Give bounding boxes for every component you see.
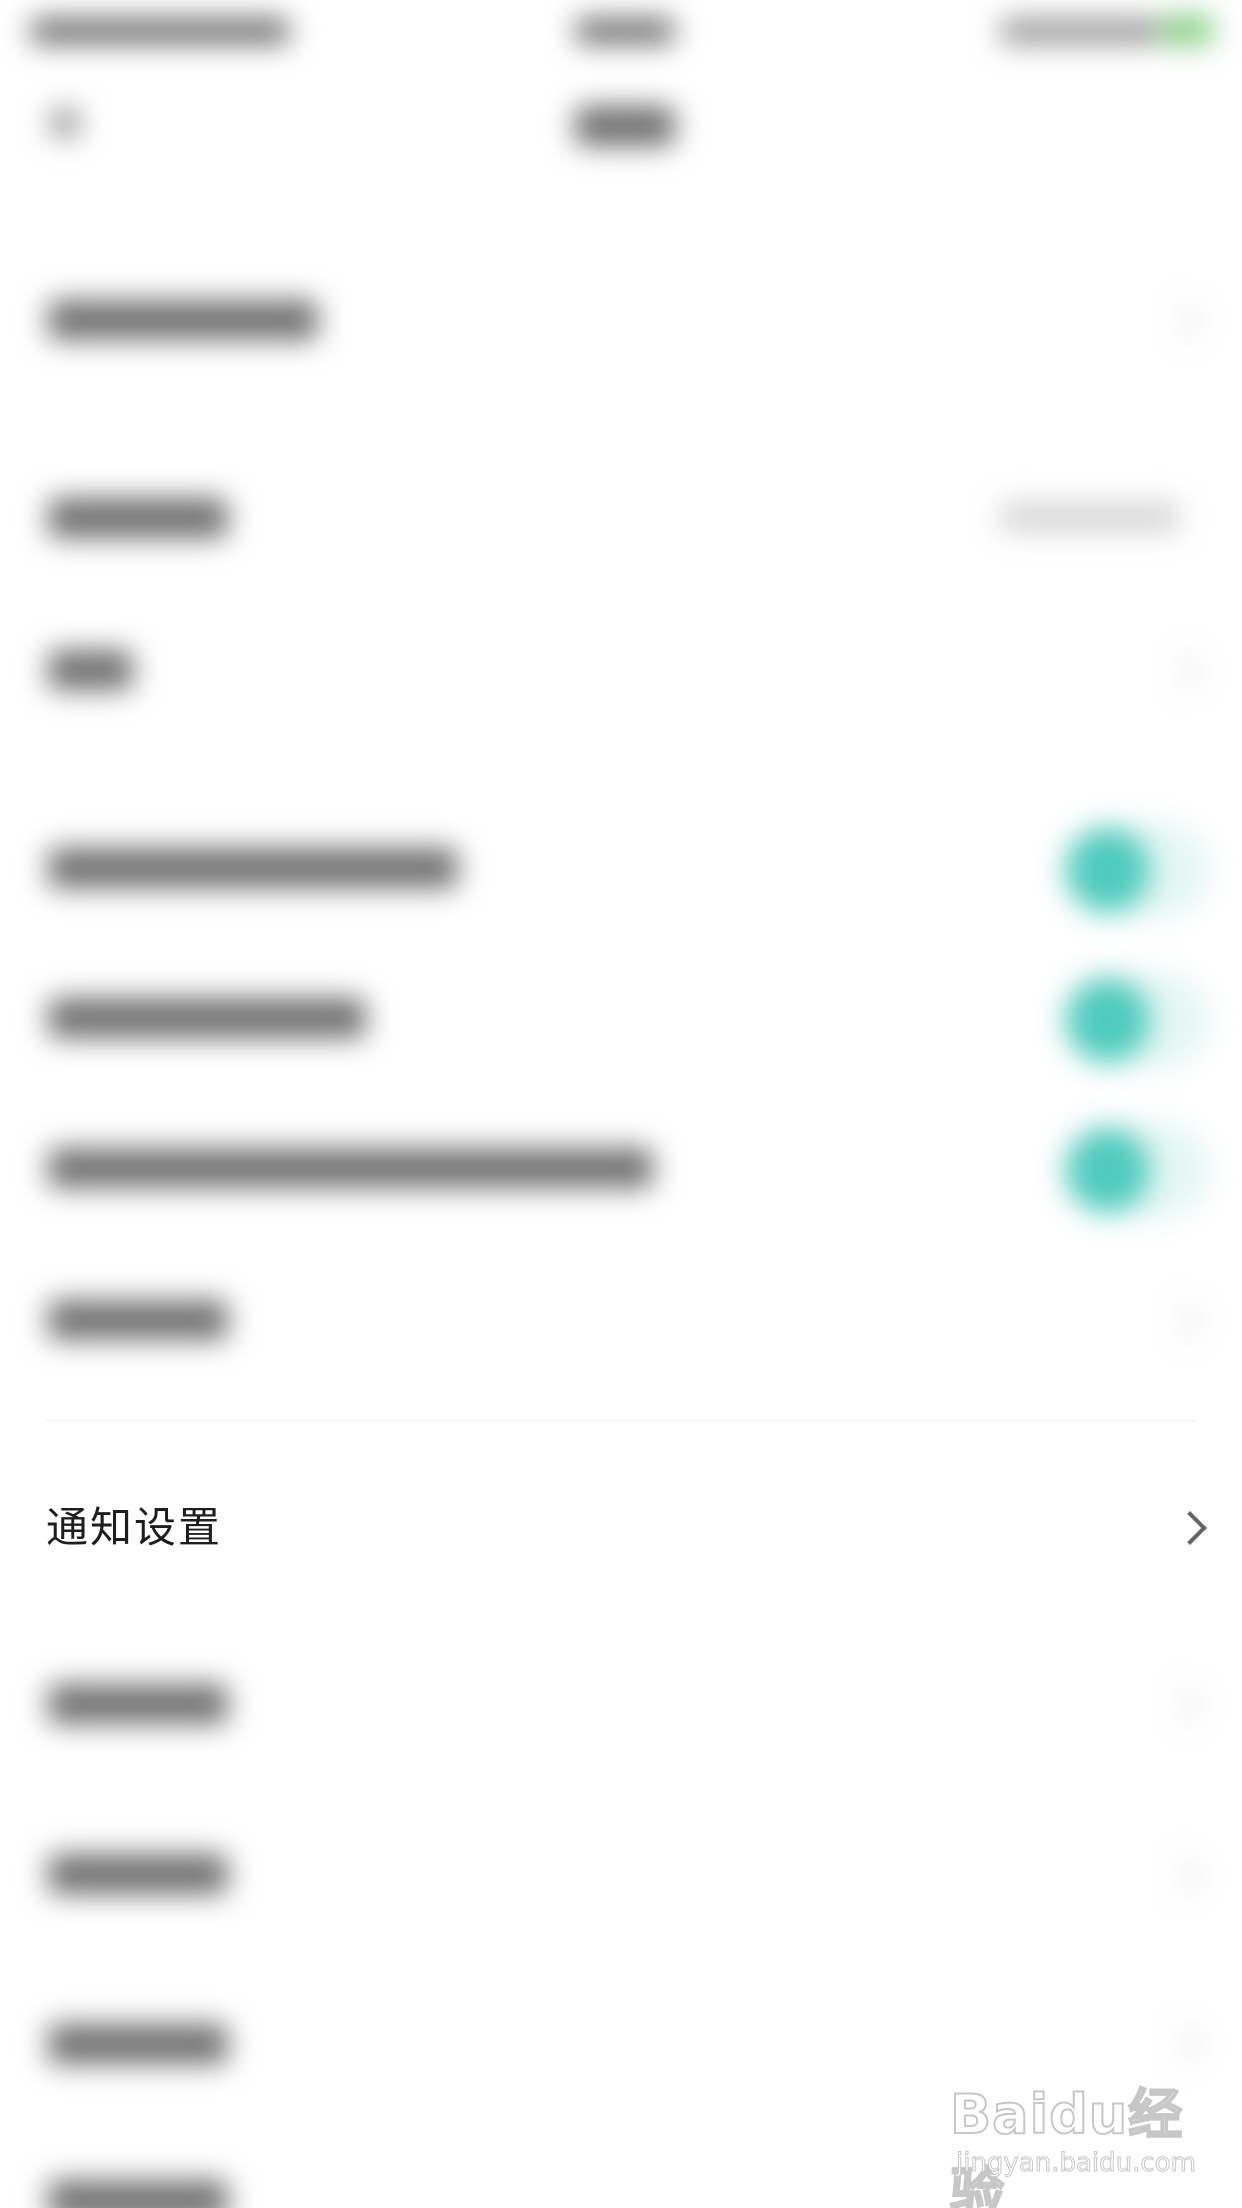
status-bar-time: [575, 18, 675, 44]
row-6-toggle: [1060, 1122, 1210, 1218]
row-1-label: [48, 300, 318, 340]
back-icon: [50, 108, 80, 138]
row-5-toggle: [1060, 972, 1210, 1068]
row-10-chevron-icon: [1164, 1856, 1202, 1894]
row-12-label: [48, 2180, 228, 2208]
chevron-right-icon: [1173, 1511, 1207, 1545]
row-3-label: [48, 650, 133, 690]
divider: [46, 1420, 1196, 1421]
status-bar-left: [30, 18, 290, 44]
notification-settings-row[interactable]: 通知设置: [0, 1470, 1242, 1590]
blurred-content: [0, 0, 1242, 2208]
row-2-label: [48, 498, 228, 538]
row-2-value: [1000, 502, 1180, 532]
row-1-chevron-icon: [1164, 302, 1202, 340]
baidu-logo: Baidu经验: [949, 2082, 1184, 2208]
row-9-chevron-icon: [1164, 1686, 1202, 1724]
settings-screen: 通知设置 Baidu经验 jingyan.baidu.com: [0, 0, 1242, 2208]
status-bar-right: [1000, 18, 1160, 44]
baidu-watermark: Baidu经验 jingyan.baidu.com: [949, 2070, 1196, 2208]
notification-settings-label: 通知设置: [46, 1503, 223, 1552]
row-9-label: [48, 1684, 228, 1724]
nav-title: [575, 106, 675, 146]
battery-icon: [1160, 14, 1214, 46]
row-4-toggle: [1060, 822, 1210, 918]
row-4-label: [48, 848, 458, 888]
row-3-chevron-icon: [1164, 652, 1202, 690]
baidu-url: jingyan.baidu.com: [956, 2148, 1197, 2179]
row-7-label: [48, 1300, 228, 1340]
row-11-chevron-icon: [1164, 2026, 1202, 2064]
row-7-chevron-icon: [1164, 1302, 1202, 1340]
row-11-label: [48, 2024, 228, 2064]
row-10-label: [48, 1854, 228, 1894]
row-6-label: [48, 1148, 653, 1188]
row-5-label: [48, 998, 366, 1038]
